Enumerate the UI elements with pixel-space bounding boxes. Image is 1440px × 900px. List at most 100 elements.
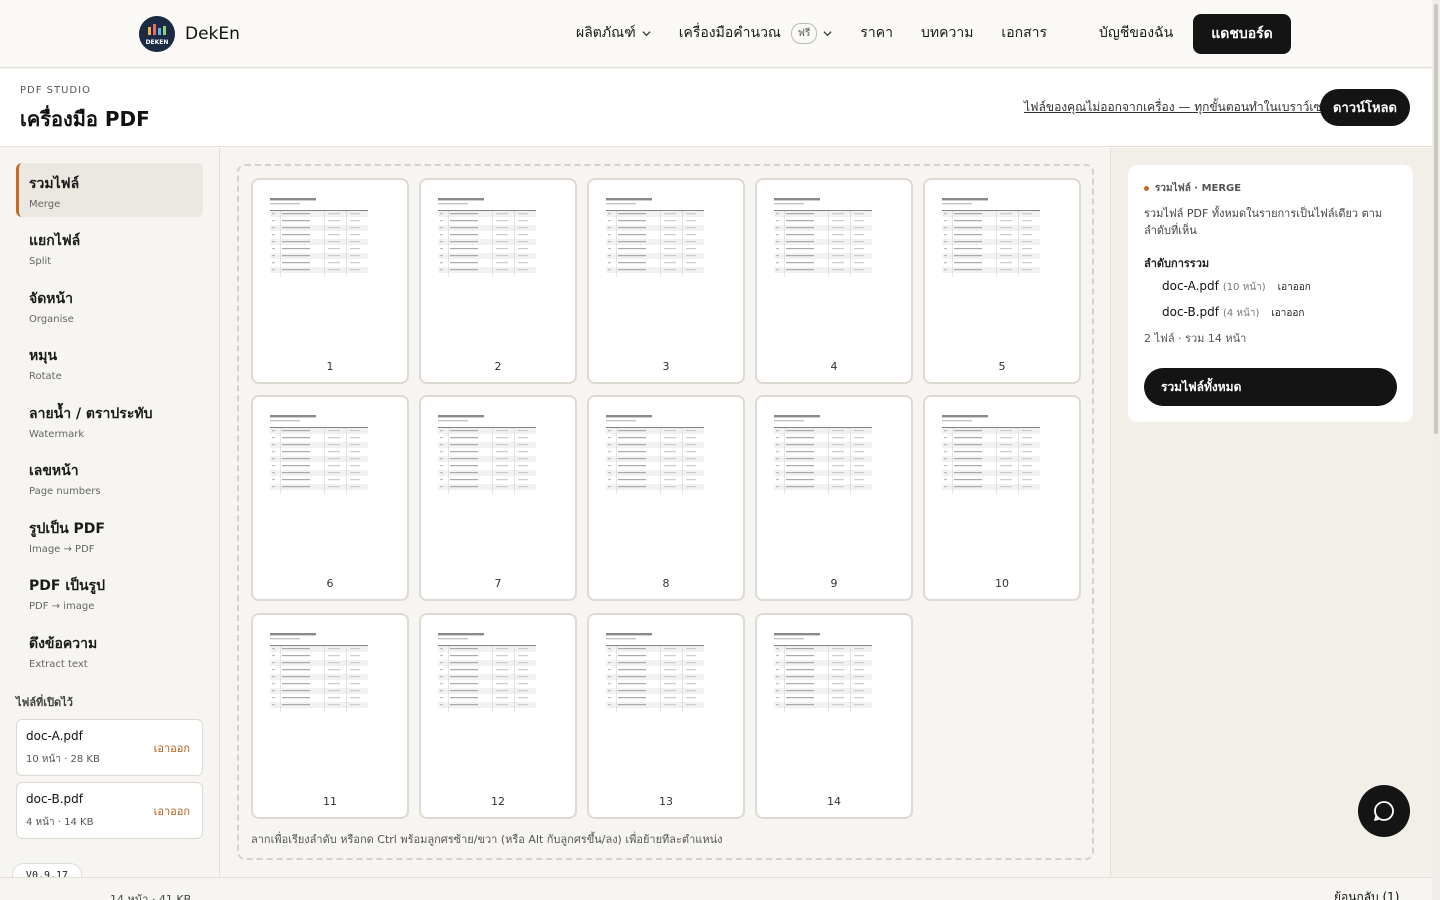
remove-file-button[interactable]: เอาออก — [154, 739, 190, 757]
reorder-hint: ลากเพื่อเรียงลำดับ หรือกด Ctrl พร้อมลูกศ… — [251, 833, 723, 846]
page-thumbnail[interactable]: 14 — [755, 613, 913, 819]
chat-button[interactable] — [1358, 785, 1410, 837]
page-thumbnail[interactable]: 7 — [419, 395, 577, 601]
page-preview — [606, 633, 704, 712]
order-file-pages: (10 หน้า) — [1222, 282, 1266, 293]
page-thumbnail[interactable]: 9 — [755, 395, 913, 601]
tool-merge[interactable]: รวมไฟล์ Merge — [16, 163, 203, 217]
tool-extract-text[interactable]: ดึงข้อความ Extract text — [16, 623, 203, 677]
page-thumbnail[interactable]: 10 — [923, 395, 1081, 601]
status-bar: 14 หน้า · 41 KB ย้อนกลับ (1) — [0, 877, 1440, 900]
brand[interactable]: DEKEN DekEn — [139, 16, 240, 52]
panel-eyebrow-label: รวมไฟล์ · MERGE — [1155, 183, 1242, 194]
tool-sublabel: Organise — [29, 314, 74, 325]
page-thumbnail[interactable]: 8 — [587, 395, 745, 601]
tool-label: รูปเป็น PDF — [29, 521, 105, 537]
remove-order-button[interactable]: เอาออก — [1271, 306, 1304, 321]
page-thumbnail[interactable]: 3 — [587, 178, 745, 384]
page-preview — [774, 415, 872, 494]
tool-label: จัดหน้า — [29, 291, 73, 307]
tool-label: PDF เป็นรูป — [29, 578, 105, 594]
tool-label: รวมไฟล์ — [29, 176, 80, 192]
nav-products-label: ผลิตภัณฑ์ — [576, 25, 636, 41]
tool-sublabel: Image → PDF — [29, 544, 95, 555]
page-preview — [438, 415, 536, 494]
merge-order-title: ลำดับการรวม — [1144, 257, 1210, 270]
dashboard-button[interactable]: แดชบอร์ด — [1193, 14, 1291, 54]
nav-products[interactable]: ผลิตภัณฑ์ — [576, 22, 651, 44]
undo-button[interactable]: ย้อนกลับ (1) — [1334, 888, 1400, 900]
tool-organise[interactable]: จัดหน้า Organise — [16, 278, 203, 332]
download-button[interactable]: ดาวน์โหลด — [1320, 89, 1410, 126]
page-preview — [270, 633, 368, 712]
remove-order-button[interactable]: เอาออก — [1278, 280, 1311, 295]
file-meta: 4 หน้า · 14 KB — [26, 817, 94, 828]
tool-pdf-to-image[interactable]: PDF เป็นรูป PDF → image — [16, 565, 203, 619]
tool-split[interactable]: แยกไฟล์ Split — [16, 220, 203, 274]
tool-sublabel: Watermark — [29, 429, 85, 440]
tool-sublabel: Page numbers — [29, 486, 101, 497]
page-number: 13 — [659, 795, 673, 808]
page-number: 10 — [995, 577, 1009, 590]
page-thumbnail[interactable]: 13 — [587, 613, 745, 819]
page-thumbnail[interactable]: 6 — [251, 395, 409, 601]
page-number: 12 — [491, 795, 505, 808]
tool-sublabel: Rotate — [29, 371, 62, 382]
nav-articles[interactable]: บทความ — [921, 22, 973, 44]
nav-pricing[interactable]: ราคา — [860, 22, 893, 44]
top-navigation: DEKEN DekEn ผลิตภัณฑ์ เครื่องมือคำนวณ ฟร… — [0, 0, 1440, 68]
account-link[interactable]: บัญชีของฉัน — [1099, 22, 1173, 44]
page-thumbnail[interactable]: 4 — [755, 178, 913, 384]
tool-label: หมุน — [29, 348, 58, 364]
page-preview — [606, 198, 704, 277]
order-file-name: doc-A.pdf — [1162, 279, 1219, 293]
merge-all-button[interactable]: รวมไฟล์ทั้งหมด — [1144, 368, 1397, 406]
free-badge: ฟรี — [790, 22, 818, 44]
order-file-pages: (4 หน้า) — [1222, 308, 1260, 319]
tool-page-numbers[interactable]: เลขหน้า Page numbers — [16, 450, 203, 504]
page-thumbnail[interactable]: 11 — [251, 613, 409, 819]
chevron-down-icon — [823, 30, 832, 36]
page-preview — [438, 198, 536, 277]
page-thumbnail[interactable]: 1 — [251, 178, 409, 384]
tool-watermark[interactable]: ลายน้ำ / ตราประทับ Watermark — [16, 393, 203, 447]
page-thumbnail[interactable]: 12 — [419, 613, 577, 819]
merge-order-item[interactable]: doc-A.pdf (10 หน้า) เอาออก — [1162, 279, 1311, 295]
accent-dot-icon — [1144, 186, 1149, 191]
main-nav: ผลิตภัณฑ์ เครื่องมือคำนวณ ฟรี ราคา บทควา… — [576, 22, 1075, 44]
privacy-note-link[interactable]: ไฟล์ของคุณไม่ออกจากเครื่อง — ทุกขั้นตอนท… — [1024, 98, 1343, 117]
merge-order-item[interactable]: doc-B.pdf (4 หน้า) เอาออก — [1162, 305, 1304, 321]
tool-rotate[interactable]: หมุน Rotate — [16, 335, 203, 389]
svg-text:DEKEN: DEKEN — [146, 39, 169, 46]
page-number: 6 — [326, 577, 334, 590]
page-number: 11 — [323, 795, 337, 808]
document-stats: 14 หน้า · 41 KB — [110, 893, 192, 900]
panel-eyebrow: รวมไฟล์ · MERGE — [1144, 181, 1241, 196]
scrollbar-thumb[interactable] — [1434, 4, 1438, 434]
page-title: เครื่องมือ PDF — [20, 107, 150, 131]
page-preview — [942, 198, 1040, 277]
open-file-card: doc-A.pdf 10 หน้า · 28 KB เอาออก — [16, 719, 203, 776]
page-number: 5 — [998, 360, 1006, 373]
remove-file-button[interactable]: เอาออก — [154, 802, 190, 820]
page-thumbnail[interactable]: 2 — [419, 178, 577, 384]
page-number: 14 — [827, 795, 841, 808]
tool-sublabel: Merge — [29, 199, 61, 210]
page-thumbnail[interactable]: 5 — [923, 178, 1081, 384]
tool-label: ลายน้ำ / ตราประทับ — [29, 406, 153, 422]
page-number: 7 — [494, 577, 502, 590]
page-number: 2 — [494, 360, 502, 373]
nav-docs[interactable]: เอกสาร — [1001, 22, 1047, 44]
merge-panel: รวมไฟล์ · MERGE รวมไฟล์ PDF ทั้งหมดในราย… — [1128, 165, 1413, 422]
studio-header: PDF STUDIO เครื่องมือ PDF ไฟล์ของคุณไม่อ… — [0, 69, 1440, 147]
tool-label: ดึงข้อความ — [29, 636, 98, 652]
file-meta: 10 หน้า · 28 KB — [26, 754, 100, 765]
nav-calculators[interactable]: เครื่องมือคำนวณ ฟรี — [679, 22, 833, 44]
open-file-card: doc-B.pdf 4 หน้า · 14 KB เอาออก — [16, 782, 203, 839]
page-workspace[interactable]: 1 2 3 4 5 6 7 8 9 10 11 12 13 14 ลากเพื่อเรียงลำดับ ห… — [237, 164, 1094, 860]
tool-image-to-pdf[interactable]: รูปเป็น PDF Image → PDF — [16, 508, 203, 562]
tool-sidebar: รวมไฟล์ Merge แยกไฟล์ Split จัดหน้า Orga… — [0, 148, 220, 900]
chevron-down-icon — [642, 30, 651, 36]
page-number: 9 — [830, 577, 838, 590]
tool-label: แยกไฟล์ — [29, 233, 81, 249]
